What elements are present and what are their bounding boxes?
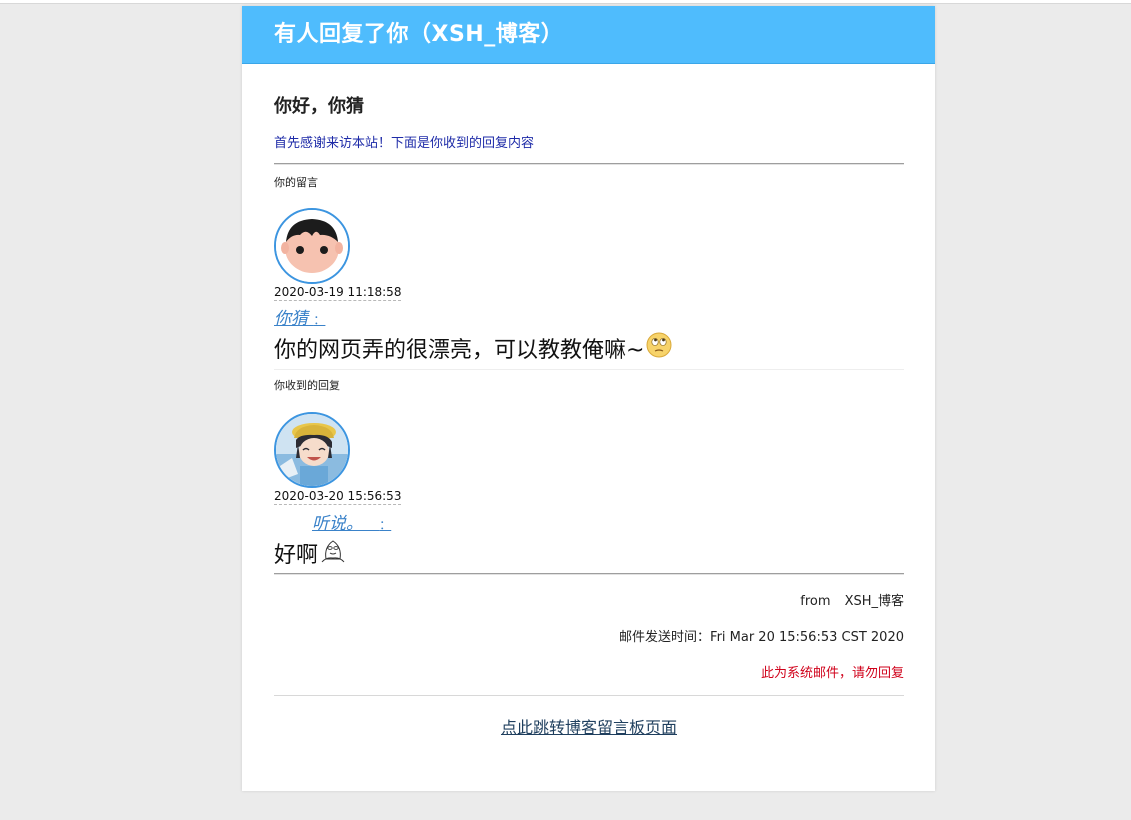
reply-date: 2020-03-20 15:56:53 [274,489,402,505]
jump-link-container: 点此跳转博客留言板页面 [274,714,904,738]
author-link-replier[interactable]: 听说。 ： [274,514,391,534]
sketch-face-emoji-icon [320,537,346,569]
reply-message: 好啊 [274,537,904,569]
from-label: from [800,594,831,609]
email-title: 有人回复了你（XSH_博客） [274,22,564,47]
your-comment-label: 你的留言 [274,176,318,189]
your-comment-text: 你的网页弄的很漂亮，可以教教俺嘛~ [274,338,645,363]
greeting-text: 你好，你猜 [274,96,364,117]
from-line: from XSH_博客 [274,590,904,609]
your-comment-date: 2020-03-19 11:18:58 [274,285,402,301]
send-time: 邮件发送时间：Fri Mar 20 15:56:53 CST 2020 [619,630,904,645]
guestbook-link[interactable]: 点此跳转博客留言板页面 [501,718,677,737]
divider [274,573,904,575]
cartoon-boy-avatar-icon [276,210,348,282]
your-comment-message: 你的网页弄的很漂亮，可以教教俺嘛~ [274,332,904,364]
reply-label: 你收到的回复 [274,379,340,392]
email-card: 有人回复了你（XSH_博客） 你好，你猜 首先感谢来访本站！下面是你收到的回复内… [242,6,935,791]
your-avatar [274,208,350,284]
your-comment-author: 你猜 ： [274,304,904,329]
browser-top-strip [0,0,1131,4]
reply-author: 听说。 ： [274,509,904,534]
divider [274,163,904,165]
divider [274,369,904,370]
author-link-you[interactable]: 你猜 ： [274,309,325,329]
intro-text: 首先感谢来访本站！下面是你收到的回复内容 [274,136,535,151]
reply-text: 好啊 [274,543,319,568]
divider [274,695,904,696]
anime-boy-avatar-icon [276,414,348,486]
rolling-eyes-emoji-icon [646,332,672,364]
system-note: 此为系统邮件，请勿回复 [760,666,904,681]
email-header: 有人回复了你（XSH_博客） [242,6,935,64]
from-site: XSH_博客 [844,594,904,609]
replier-avatar [274,412,350,488]
